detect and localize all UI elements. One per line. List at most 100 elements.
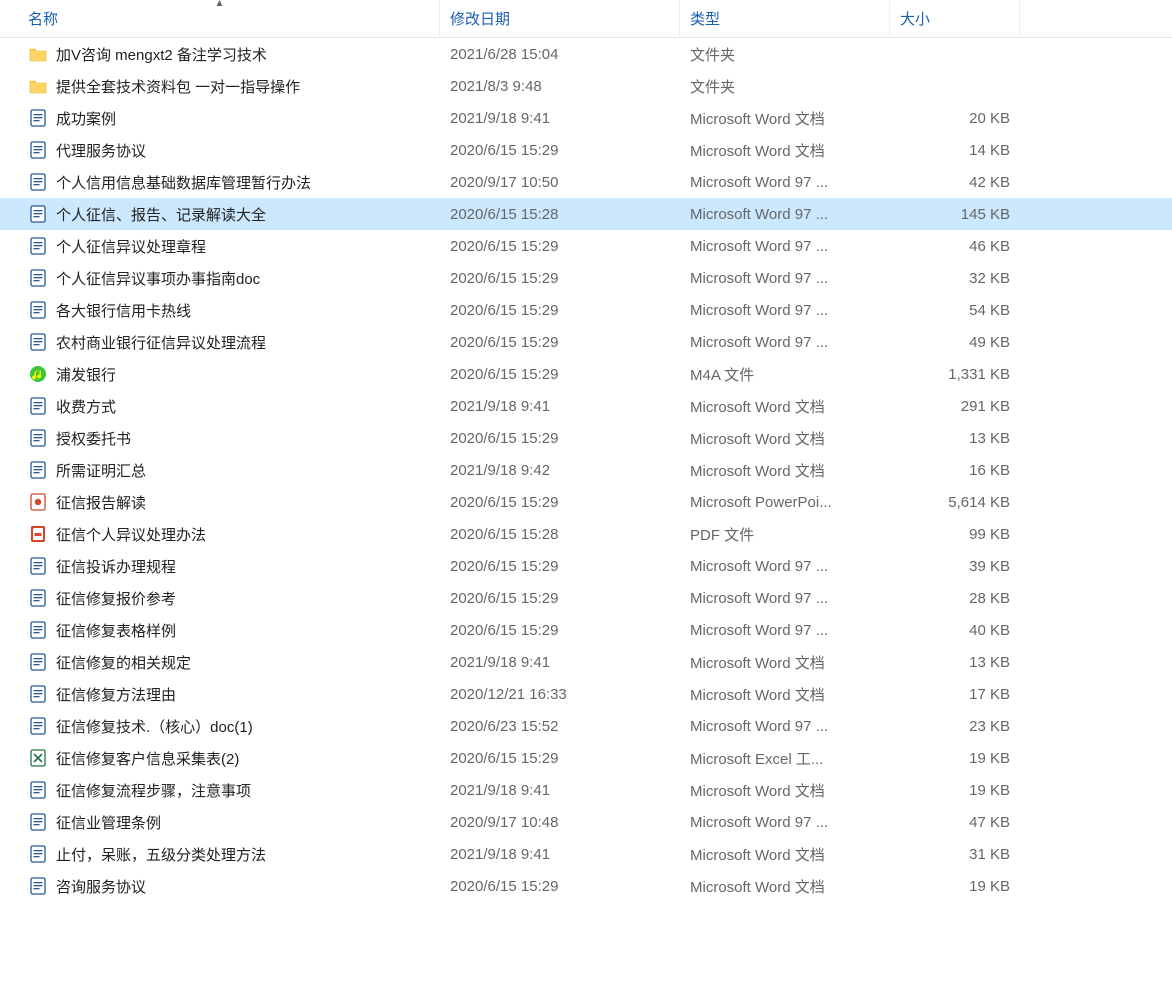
file-row[interactable]: 所需证明汇总2021/9/18 9:42Microsoft Word 文档16 … xyxy=(0,454,1172,486)
file-type-cell: Microsoft Excel 工... xyxy=(680,748,890,769)
column-header-size[interactable]: 大小 xyxy=(890,0,1020,37)
file-name-label: 征信修复报价参考 xyxy=(56,588,176,609)
file-size-cell: 19 KB xyxy=(890,750,1020,767)
file-name-cell[interactable]: 征信修复流程步骤，注意事项 xyxy=(0,780,440,801)
file-row[interactable]: 授权委托书2020/6/15 15:29Microsoft Word 文档13 … xyxy=(0,422,1172,454)
file-row[interactable]: 征信报告解读2020/6/15 15:29Microsoft PowerPoi.… xyxy=(0,486,1172,518)
file-name-cell[interactable]: 农村商业银行征信异议处理流程 xyxy=(0,332,440,353)
doc97-icon xyxy=(28,332,48,352)
file-row[interactable]: 征信修复技术.（核心）doc(1)2020/6/23 15:52Microsof… xyxy=(0,710,1172,742)
file-date-cell: 2021/9/18 9:41 xyxy=(440,398,680,415)
file-type-cell: Microsoft Word 文档 xyxy=(680,652,890,673)
file-row[interactable]: 征信修复流程步骤，注意事项2021/9/18 9:41Microsoft Wor… xyxy=(0,774,1172,806)
file-name-cell[interactable]: 征信修复客户信息采集表(2) xyxy=(0,748,440,769)
file-row[interactable]: 止付，呆账，五级分类处理方法2021/9/18 9:41Microsoft Wo… xyxy=(0,838,1172,870)
file-row[interactable]: 征信修复客户信息采集表(2)2020/6/15 15:29Microsoft E… xyxy=(0,742,1172,774)
file-type-cell: Microsoft Word 文档 xyxy=(680,428,890,449)
file-name-cell[interactable]: 提供全套技术资料包 一对一指导操作 xyxy=(0,76,440,97)
file-row[interactable]: 个人征信异议处理章程2020/6/15 15:29Microsoft Word … xyxy=(0,230,1172,262)
file-row[interactable]: 征信业管理条例2020/9/17 10:48Microsoft Word 97 … xyxy=(0,806,1172,838)
file-name-cell[interactable]: 授权委托书 xyxy=(0,428,440,449)
file-date-cell: 2020/6/15 15:29 xyxy=(440,302,680,319)
file-name-cell[interactable]: 个人征信异议事项办事指南doc xyxy=(0,268,440,289)
file-name-cell[interactable]: 征信修复的相关规定 xyxy=(0,652,440,673)
file-row[interactable]: 各大银行信用卡热线2020/6/15 15:29Microsoft Word 9… xyxy=(0,294,1172,326)
file-row[interactable]: 收费方式2021/9/18 9:41Microsoft Word 文档291 K… xyxy=(0,390,1172,422)
file-row[interactable]: 代理服务协议2020/6/15 15:29Microsoft Word 文档14… xyxy=(0,134,1172,166)
file-type-cell: Microsoft Word 97 ... xyxy=(680,718,890,735)
file-name-label: 征信修复技术.（核心）doc(1) xyxy=(56,716,253,737)
file-name-cell[interactable]: 征信业管理条例 xyxy=(0,812,440,833)
file-row[interactable]: 个人征信、报告、记录解读大全2020/6/15 15:28Microsoft W… xyxy=(0,198,1172,230)
doc97-icon xyxy=(28,812,48,832)
file-name-cell[interactable]: 征信修复报价参考 xyxy=(0,588,440,609)
file-name-cell[interactable]: 止付，呆账，五级分类处理方法 xyxy=(0,844,440,865)
file-name-cell[interactable]: 成功案例 xyxy=(0,108,440,129)
file-name-cell[interactable]: 征信修复表格样例 xyxy=(0,620,440,641)
column-label: 名称 xyxy=(28,8,58,29)
file-row[interactable]: 加V咨询 mengxt2 备注学习技术2021/6/28 15:04文件夹 xyxy=(0,38,1172,70)
file-name-cell[interactable]: 个人信用信息基础数据库管理暂行办法 xyxy=(0,172,440,193)
file-row[interactable]: 浦发银行2020/6/15 15:29M4A 文件1,331 KB xyxy=(0,358,1172,390)
file-row[interactable]: 成功案例2021/9/18 9:41Microsoft Word 文档20 KB xyxy=(0,102,1172,134)
file-row[interactable]: 个人征信异议事项办事指南doc2020/6/15 15:29Microsoft … xyxy=(0,262,1172,294)
file-name-cell[interactable]: 个人征信、报告、记录解读大全 xyxy=(0,204,440,225)
file-name-cell[interactable]: 各大银行信用卡热线 xyxy=(0,300,440,321)
file-row[interactable]: 征信个人异议处理办法2020/6/15 15:28PDF 文件99 KB xyxy=(0,518,1172,550)
file-size-cell: 23 KB xyxy=(890,718,1020,735)
file-type-cell: Microsoft Word 97 ... xyxy=(680,558,890,575)
column-header-name[interactable]: 名称 ▲ xyxy=(0,0,440,37)
column-header-type[interactable]: 类型 xyxy=(680,0,890,37)
file-name-cell[interactable]: 征信修复方法理由 xyxy=(0,684,440,705)
file-type-cell: Microsoft Word 文档 xyxy=(680,140,890,161)
column-header-date[interactable]: 修改日期 xyxy=(440,0,680,37)
file-name-label: 加V咨询 mengxt2 备注学习技术 xyxy=(56,44,267,65)
file-row[interactable]: 征信修复的相关规定2021/9/18 9:41Microsoft Word 文档… xyxy=(0,646,1172,678)
file-name-cell[interactable]: 加V咨询 mengxt2 备注学习技术 xyxy=(0,44,440,65)
file-name-cell[interactable]: 征信投诉办理规程 xyxy=(0,556,440,577)
file-row[interactable]: 个人信用信息基础数据库管理暂行办法2020/9/17 10:50Microsof… xyxy=(0,166,1172,198)
file-name-label: 个人信用信息基础数据库管理暂行办法 xyxy=(56,172,311,193)
file-row[interactable]: 征信修复表格样例2020/6/15 15:29Microsoft Word 97… xyxy=(0,614,1172,646)
file-type-cell: Microsoft Word 文档 xyxy=(680,396,890,417)
file-name-cell[interactable]: 个人征信异议处理章程 xyxy=(0,236,440,257)
file-name-cell[interactable]: 所需证明汇总 xyxy=(0,460,440,481)
file-row[interactable]: 提供全套技术资料包 一对一指导操作2021/8/3 9:48文件夹 xyxy=(0,70,1172,102)
doc97-icon xyxy=(28,716,48,736)
file-name-cell[interactable]: 代理服务协议 xyxy=(0,140,440,161)
file-size-cell: 28 KB xyxy=(890,590,1020,607)
file-type-cell: Microsoft Word 97 ... xyxy=(680,206,890,223)
file-row[interactable]: 征信修复报价参考2020/6/15 15:29Microsoft Word 97… xyxy=(0,582,1172,614)
file-type-cell: 文件夹 xyxy=(680,76,890,97)
file-name-label: 授权委托书 xyxy=(56,428,131,449)
file-row[interactable]: 征信投诉办理规程2020/6/15 15:29Microsoft Word 97… xyxy=(0,550,1172,582)
file-date-cell: 2020/6/15 15:29 xyxy=(440,238,680,255)
file-name-cell[interactable]: 征信报告解读 xyxy=(0,492,440,513)
doc97-icon xyxy=(28,204,48,224)
file-type-cell: Microsoft Word 文档 xyxy=(680,844,890,865)
file-date-cell: 2020/6/15 15:29 xyxy=(440,750,680,767)
file-name-label: 成功案例 xyxy=(56,108,116,129)
file-name-cell[interactable]: 收费方式 xyxy=(0,396,440,417)
file-row[interactable]: 农村商业银行征信异议处理流程2020/6/15 15:29Microsoft W… xyxy=(0,326,1172,358)
file-row[interactable]: 咨询服务协议2020/6/15 15:29Microsoft Word 文档19… xyxy=(0,870,1172,902)
file-size-cell: 39 KB xyxy=(890,558,1020,575)
docx-icon xyxy=(28,396,48,416)
file-size-cell: 40 KB xyxy=(890,622,1020,639)
file-name-label: 所需证明汇总 xyxy=(56,460,146,481)
file-name-cell[interactable]: 咨询服务协议 xyxy=(0,876,440,897)
file-date-cell: 2021/9/18 9:41 xyxy=(440,782,680,799)
file-name-cell[interactable]: 征信修复技术.（核心）doc(1) xyxy=(0,716,440,737)
file-type-cell: PDF 文件 xyxy=(680,524,890,545)
file-type-cell: Microsoft PowerPoi... xyxy=(680,494,890,511)
file-name-label: 征信业管理条例 xyxy=(56,812,161,833)
file-date-cell: 2020/6/15 15:28 xyxy=(440,526,680,543)
file-name-cell[interactable]: 浦发银行 xyxy=(0,364,440,385)
file-type-cell: 文件夹 xyxy=(680,44,890,65)
file-date-cell: 2020/6/15 15:28 xyxy=(440,206,680,223)
file-row[interactable]: 征信修复方法理由2020/12/21 16:33Microsoft Word 文… xyxy=(0,678,1172,710)
file-name-cell[interactable]: 征信个人异议处理办法 xyxy=(0,524,440,545)
file-size-cell: 17 KB xyxy=(890,686,1020,703)
docx-icon xyxy=(28,844,48,864)
file-name-label: 农村商业银行征信异议处理流程 xyxy=(56,332,266,353)
